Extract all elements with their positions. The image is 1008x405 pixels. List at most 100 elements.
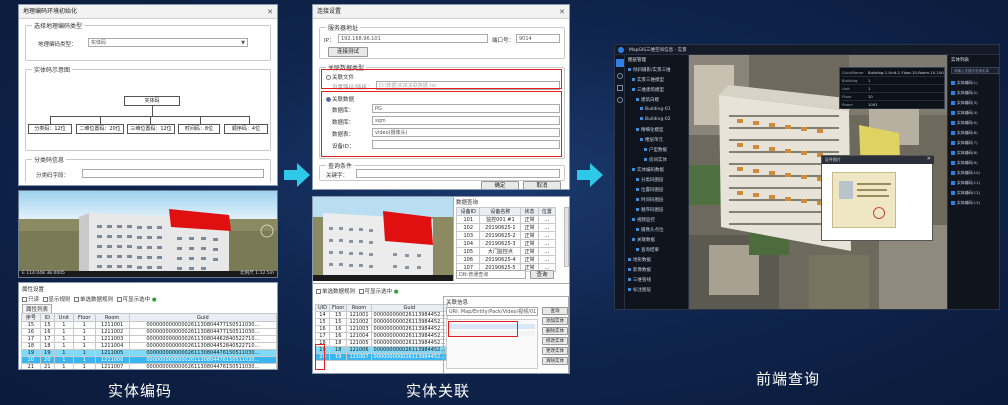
table-row[interactable]: 20 19 121007 000000000026113984452... — [315, 353, 449, 361]
table-column-header[interactable]: Floor — [72, 313, 96, 322]
table-row[interactable]: 17 17 1 1 1211003 000000000000026113080446284… — [21, 335, 277, 343]
query-filter-select[interactable]: DN:普通查询 — [456, 270, 526, 279]
entity-list-item[interactable]: 实体编码(7) — [951, 139, 999, 147]
layer-visibility-icon[interactable] — [636, 248, 639, 251]
table-row[interactable]: 20 20 1 1 1211006 000000000000026113080447615… — [21, 356, 277, 364]
layer-tree-item[interactable]: 楼层单元 — [640, 137, 663, 143]
measure-icon[interactable] — [617, 85, 623, 91]
entity-list-item[interactable]: 实体编码(6) — [951, 129, 999, 137]
entity-list-item[interactable]: 实体编码(5) — [951, 119, 999, 127]
layer-visibility-icon[interactable] — [644, 148, 647, 151]
refresh-icon[interactable]: ● — [152, 297, 157, 303]
entity-search-input[interactable]: 请输入关键字查询实体 — [951, 67, 999, 74]
entity-list-item[interactable]: 实体编码(8) — [951, 149, 999, 157]
layer-tree-item[interactable]: 影像数据 — [628, 267, 651, 273]
table-column-header[interactable]: 位置 — [537, 207, 557, 216]
layer-tree-item[interactable]: 实景三维模型 — [632, 77, 664, 83]
ok-button[interactable]: 确定 — [481, 181, 519, 189]
layer-tree-item[interactable]: 视频监控 — [632, 217, 655, 223]
layer-tree-item[interactable]: 顺序码图层 — [636, 207, 664, 213]
scene-view-3d[interactable]: E 114.048 38.0005 比例尺 1:12.5m — [18, 190, 278, 278]
checkbox-icon[interactable] — [951, 131, 955, 135]
entity-list-item[interactable]: 实体编码(2) — [951, 89, 999, 97]
layer-tree-item[interactable]: 时间码图层 — [636, 197, 664, 203]
table-column-header[interactable]: UID — [315, 304, 330, 312]
table-row[interactable]: 101 监控001 #1 正常... — [455, 215, 557, 224]
layer-visibility-icon[interactable] — [632, 168, 635, 171]
geocode-type-select[interactable]: 实体码 ▼ — [88, 38, 248, 47]
layer-tree-item[interactable]: 标注图层 — [628, 287, 651, 293]
layer-tree-item[interactable]: 查询结果 — [636, 247, 659, 253]
entity-list-item[interactable]: 实体编码(1) — [951, 79, 999, 87]
layer-visibility-icon[interactable] — [640, 107, 643, 110]
table-column-header[interactable]: Room — [346, 304, 372, 312]
entity-list-item[interactable]: 实体编码(11) — [951, 179, 999, 187]
cancel-button[interactable]: 取消 — [523, 181, 561, 189]
layer-visibility-icon[interactable] — [628, 268, 631, 271]
layer-tree-item[interactable]: 三维管线 — [628, 277, 651, 283]
layer-visibility-icon[interactable] — [636, 128, 639, 131]
layers-icon[interactable] — [616, 59, 624, 67]
table-row[interactable]: 19 18 121006 000000000026113984452... — [315, 346, 449, 354]
change-entity-button[interactable]: 更改实体 — [542, 347, 568, 355]
layer-tree-item[interactable]: 精细化模型 — [636, 127, 664, 133]
table-column-header[interactable]: Unit — [53, 313, 74, 322]
checkbox-single-select[interactable] — [74, 297, 80, 302]
entity-list-item[interactable]: 实体编码(12) — [951, 189, 999, 197]
ip-input[interactable]: 192.168.96.101 — [338, 34, 488, 43]
query-button[interactable]: 查询 — [530, 270, 554, 279]
table-column-header[interactable]: 设备名称 — [479, 207, 522, 216]
delete-entity-button[interactable]: 删除实体 — [542, 327, 568, 335]
table-row[interactable]: 19 19 1 1 1211005 000000000000026113080447615… — [21, 349, 277, 357]
checkbox-icon[interactable] — [951, 91, 955, 95]
layer-visibility-icon[interactable] — [632, 78, 635, 81]
checkbox-icon[interactable] — [951, 171, 955, 175]
layer-visibility-icon[interactable] — [628, 278, 631, 281]
assoc-query-button[interactable]: 查询 — [542, 307, 568, 315]
checkbox-icon[interactable] — [951, 181, 955, 185]
layer-tree-item[interactable]: 摄像头点位 — [636, 227, 664, 233]
table-column-header[interactable]: ID — [39, 313, 55, 322]
layer-tree-item[interactable]: 实体编码数据 — [632, 167, 664, 173]
entity-list-item[interactable]: 实体编码(13) — [951, 199, 999, 207]
table-column-header[interactable]: Floor — [328, 304, 348, 312]
layer-visibility-icon[interactable] — [632, 218, 635, 221]
checkbox-icon[interactable] — [951, 191, 955, 195]
class-field-input[interactable] — [82, 169, 264, 178]
checkbox-icon[interactable] — [951, 161, 955, 165]
layer-visibility-icon[interactable] — [632, 88, 635, 91]
layer-visibility-icon[interactable] — [640, 138, 643, 141]
table-column-header[interactable]: Room — [94, 313, 130, 322]
layer-tree-item[interactable]: 分类码图层 — [636, 177, 664, 183]
layer-visibility-icon[interactable] — [636, 98, 639, 101]
checkbox-icon[interactable] — [951, 101, 955, 105]
table-row[interactable]: 104 20190625-3 正常... — [455, 239, 557, 248]
entity-list-item[interactable]: 实体编码(3) — [951, 99, 999, 107]
layer-visibility-icon[interactable] — [640, 117, 643, 120]
layer-visibility-icon[interactable] — [636, 178, 639, 181]
checkbox-show-selected[interactable] — [116, 297, 122, 302]
scrollbar[interactable] — [564, 207, 569, 267]
layer-tree-item[interactable]: 房间实体 — [644, 157, 667, 163]
port-input[interactable]: 9014 — [516, 34, 560, 43]
layer-visibility-icon[interactable] — [636, 188, 639, 191]
table-row[interactable]: 21 21 1 1 1211007 000000000000026113080447615… — [21, 363, 277, 369]
table-row[interactable]: 103 20190625-2 正常... — [455, 231, 557, 240]
layer-tree-item[interactable]: Building-01 — [640, 107, 671, 112]
table-row[interactable]: 102 20190625-1 正常... — [455, 223, 557, 232]
layer-tree-item[interactable]: 关联数据 — [632, 237, 655, 243]
layer-tree-item[interactable]: 倾斜摄影/实景三维 — [628, 67, 671, 73]
checkbox-icon[interactable] — [951, 121, 955, 125]
table-row[interactable]: 16 16 121003 000000000026113984452... — [315, 325, 449, 333]
layer-tree-item[interactable]: 地形数据 — [628, 257, 651, 263]
refresh-icon[interactable]: ● — [394, 289, 399, 295]
table-row[interactable]: 14 15 121001 000000000026113984452... — [315, 311, 449, 319]
close-icon[interactable]: ✕ — [267, 5, 273, 19]
connection-test-button[interactable]: 连接测试 — [328, 47, 368, 57]
table-column-header[interactable]: Guid — [370, 304, 449, 312]
checkbox-show-selected[interactable] — [358, 289, 364, 294]
table-row[interactable]: 17 16 121004 000000000026113984452... — [315, 332, 449, 340]
close-icon[interactable]: ✕ — [559, 5, 565, 19]
layer-visibility-icon[interactable] — [628, 68, 631, 71]
table-column-header[interactable]: Guid — [128, 313, 277, 322]
